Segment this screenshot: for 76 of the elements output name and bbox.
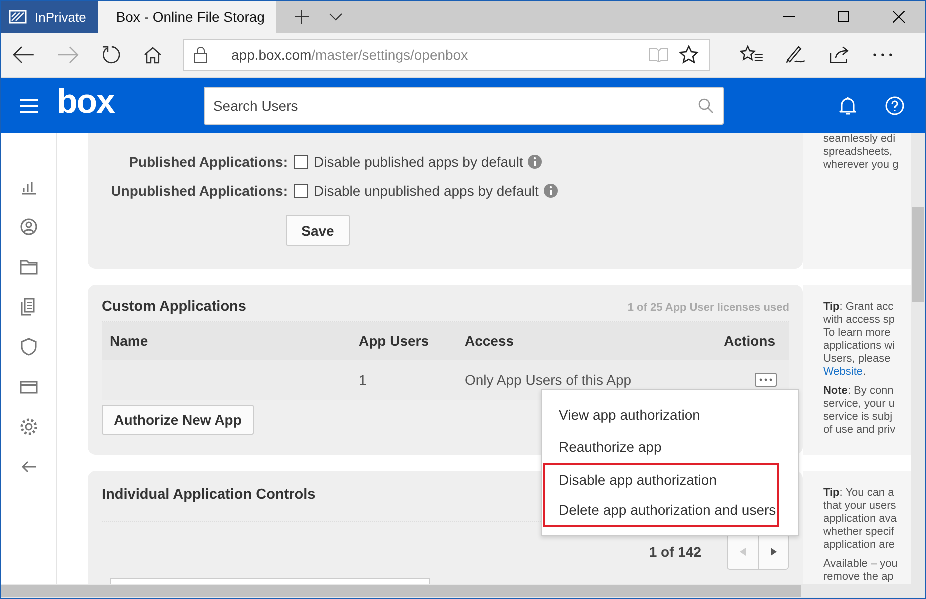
tip-text: remove the ap: [823, 571, 895, 584]
menu-item[interactable]: View app authorization: [547, 399, 793, 431]
note-text: of use and priv: [823, 424, 897, 437]
note-text: Note: By conn: [823, 385, 895, 398]
tip-text: application ava: [823, 513, 898, 526]
address-bar[interactable]: app.box.com/master/settings/openbox: [182, 39, 710, 71]
caret-right-icon: [770, 548, 777, 556]
tip-text: that your users: [823, 500, 898, 513]
horizontal-scrollbar[interactable]: [1, 584, 925, 598]
tip-text: with access sp: [823, 314, 896, 327]
tip-text: wherever you g: [823, 159, 900, 172]
option-label: Disable published apps by default: [314, 154, 524, 170]
tip-text: applications wi: [823, 340, 896, 353]
page-count: 1 of 142: [649, 544, 702, 560]
tip-text: Tip: Grant acc: [823, 301, 895, 314]
setting-label: Published Applications:: [128, 154, 288, 170]
setting-label: Unpublished Applications:: [110, 182, 288, 198]
info-icon[interactable]: [528, 154, 542, 168]
scrollbar-thumb[interactable]: [1, 585, 801, 597]
bell-icon[interactable]: [839, 96, 857, 116]
section-title: Individual Application Controls: [102, 487, 316, 503]
table-cell-text: Only App Users of this App: [465, 372, 633, 388]
menu-item[interactable]: Delete app authorization and users: [543, 495, 779, 527]
search-field[interactable]: Search Users: [204, 86, 724, 124]
more-icon[interactable]: [873, 52, 893, 58]
maximize-icon[interactable]: [838, 11, 850, 23]
authorize-new-app-button[interactable]: Authorize New App: [102, 405, 254, 435]
star-icon[interactable]: [678, 45, 699, 65]
tip-text: whether specif: [823, 526, 896, 539]
lock-icon: [194, 46, 208, 64]
info-icon[interactable]: [544, 184, 558, 198]
checkbox[interactable]: [294, 184, 308, 198]
user-icon[interactable]: [18, 217, 38, 237]
settings-icon[interactable]: [18, 417, 38, 437]
note-text: service is subj: [823, 411, 894, 424]
note-text: service, your u: [823, 398, 896, 411]
save-button[interactable]: Save: [286, 215, 350, 246]
option-label: Disable unpublished apps by default: [314, 182, 539, 198]
tip-text: To learn more: [823, 327, 892, 340]
refresh-icon[interactable]: [100, 45, 121, 65]
share-icon[interactable]: [829, 45, 852, 65]
vertical-scrollbar[interactable]: [911, 133, 925, 584]
column-header: Name: [109, 333, 150, 349]
scrollbar-thumb[interactable]: [912, 207, 924, 302]
menu-icon[interactable]: [19, 98, 39, 114]
tip-text: Available – you: [823, 558, 899, 571]
help-icon[interactable]: [885, 96, 905, 116]
section-title: Custom Applications: [102, 299, 246, 315]
license-count: 1 of 25 App User licenses used: [628, 302, 790, 314]
tip-text: Tip: You can a: [823, 487, 896, 500]
inprivate-tab[interactable]: InPrivate: [1, 1, 98, 33]
tip-text: seamlessly edi: [823, 133, 897, 146]
more-actions-icon[interactable]: [755, 373, 778, 387]
search-icon[interactable]: [698, 98, 714, 114]
browser-tab[interactable]: Box - Online File Storag: [98, 1, 276, 33]
checkbox[interactable]: [294, 154, 308, 168]
tip-text: application are: [823, 539, 896, 552]
home-icon[interactable]: [142, 45, 162, 65]
new-tab-icon[interactable]: [294, 9, 310, 25]
column-header: Actions: [723, 333, 776, 349]
shield-icon[interactable]: [18, 337, 38, 357]
menu-item[interactable]: Reauthorize app: [547, 431, 793, 463]
back-icon[interactable]: [13, 46, 35, 64]
tip-text: Users, please: [823, 353, 892, 366]
inprivate-icon: [9, 10, 27, 24]
tip-text: spreadsheets,: [823, 146, 894, 159]
tip-text: .: [863, 366, 866, 378]
column-header: App Users: [359, 333, 430, 349]
column-header: Access: [465, 333, 516, 349]
close-window-icon[interactable]: [893, 11, 905, 23]
table-cell-text: 1: [359, 372, 368, 388]
menu-item[interactable]: Disable app authorization: [543, 463, 779, 495]
pen-icon[interactable]: [785, 45, 808, 65]
caret-left-icon: [740, 548, 746, 556]
website-link[interactable]: Website: [823, 366, 864, 378]
box-logo[interactable]: box: [57, 83, 114, 122]
